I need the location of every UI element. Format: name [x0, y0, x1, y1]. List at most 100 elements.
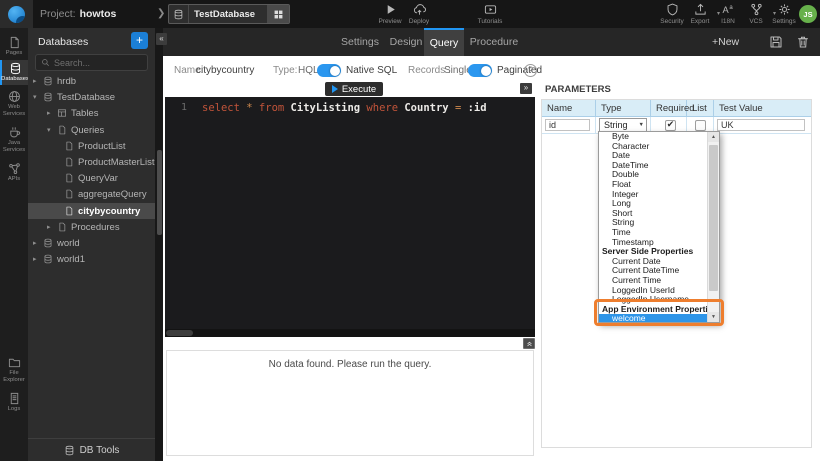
type-option-hql[interactable]: HQL: [298, 65, 319, 76]
branch-icon: [750, 3, 763, 16]
sql-token: *: [246, 102, 252, 114]
tree-node-productlist[interactable]: ProductList: [28, 138, 155, 154]
chevron-right-icon[interactable]: ▸: [33, 77, 42, 85]
dropdown-option[interactable]: LoggedIn UserId: [599, 286, 707, 296]
left-icon-rail: Pages Databases Web Services Java Servic…: [0, 28, 28, 461]
help-icon[interactable]: ?: [524, 64, 537, 77]
parameters-header-row: Name Type Required List Test Value: [542, 100, 811, 117]
execute-button[interactable]: Execute: [325, 82, 383, 96]
rail-item-web-services[interactable]: Web Services: [0, 88, 28, 120]
dropdown-option-welcome-selected[interactable]: welcome: [599, 314, 707, 322]
document-icon: [57, 222, 67, 232]
chevron-right-icon[interactable]: ▸: [47, 109, 56, 117]
scrollbar-thumb[interactable]: [166, 330, 193, 336]
dropdown-option[interactable]: Integer: [599, 190, 707, 200]
editor-horizontal-scrollbar[interactable]: [165, 329, 535, 337]
tree-node-world[interactable]: ▸ world: [28, 235, 155, 251]
records-toggle[interactable]: [468, 64, 492, 77]
gear-icon: [778, 3, 791, 16]
double-chevron-up-icon: [526, 340, 533, 347]
tab-design[interactable]: Design: [387, 28, 425, 56]
collapse-panel-button[interactable]: «: [156, 33, 167, 45]
dropdown-option[interactable]: DateTime: [599, 161, 707, 171]
tab-procedure[interactable]: Procedure: [465, 28, 523, 56]
tree-node-procedures[interactable]: ▸ Procedures: [28, 219, 155, 235]
dropdown-option[interactable]: Current Date: [599, 257, 707, 267]
save-icon[interactable]: [769, 35, 783, 49]
trash-icon[interactable]: [796, 35, 810, 49]
rail-label: File Explorer: [0, 370, 28, 384]
tree-scrollbar-thumb[interactable]: [157, 150, 162, 235]
deploy-button[interactable]: Deploy: [397, 3, 441, 25]
rail-item-databases[interactable]: Databases: [0, 60, 28, 85]
search-input[interactable]: [54, 58, 142, 68]
rail-item-file-explorer[interactable]: File Explorer: [0, 354, 28, 386]
dropdown-option[interactable]: Byte: [599, 132, 707, 142]
add-database-button[interactable]: +: [131, 32, 148, 49]
chevron-down-icon[interactable]: ▾: [33, 93, 42, 101]
tree-node-tables[interactable]: ▸ Tables: [28, 105, 155, 121]
sql-code-editor[interactable]: 1 select * from CityListing where Countr…: [165, 97, 535, 337]
new-query-button[interactable]: +New: [712, 28, 739, 56]
dropdown-option[interactable]: Character: [599, 142, 707, 152]
collapse-editor-button[interactable]: [523, 338, 535, 349]
rail-label: Java Services: [0, 140, 28, 154]
tree-node-world1[interactable]: ▸ world1: [28, 251, 155, 267]
rail-item-apis[interactable]: APIs: [0, 160, 28, 185]
dropdown-scrollbar[interactable]: [707, 132, 719, 322]
dropdown-option[interactable]: String: [599, 218, 707, 228]
chevron-right-icon[interactable]: ▸: [33, 255, 42, 263]
dropdown-option[interactable]: Double: [599, 170, 707, 180]
dropdown-option[interactable]: Timestamp: [599, 238, 707, 248]
tutorials-button[interactable]: Tutorials: [468, 3, 512, 25]
sql-code-line[interactable]: select * from CityListing where Country …: [202, 102, 487, 114]
tab-settings[interactable]: Settings: [337, 28, 383, 56]
dropdown-option[interactable]: Current Time: [599, 276, 707, 286]
dropdown-option[interactable]: Short: [599, 209, 707, 219]
sql-token: Country: [404, 102, 448, 114]
tree-node-citybycountry[interactable]: citybycountry: [28, 203, 155, 219]
database-icon: [169, 5, 189, 23]
dropdown-option[interactable]: Time: [599, 228, 707, 238]
param-test-value-input[interactable]: [717, 119, 805, 131]
scroll-up-arrow-icon[interactable]: [708, 132, 719, 142]
wavemaker-logo[interactable]: [0, 0, 33, 28]
tree-node-aggregatequery[interactable]: aggregateQuery: [28, 186, 155, 202]
tree-node-queries[interactable]: ▾ Queries: [28, 122, 155, 138]
sql-token: from: [259, 102, 284, 114]
dropdown-option[interactable]: LoggedIn Username: [599, 295, 707, 305]
user-avatar[interactable]: JS: [799, 5, 817, 23]
db-tools-button[interactable]: DB Tools: [28, 438, 155, 461]
database-selector[interactable]: TestDatabase: [168, 4, 290, 24]
tree-node-productmasterlist[interactable]: ProductMasterList: [28, 154, 155, 170]
scroll-down-arrow-icon[interactable]: [708, 312, 719, 322]
tab-query[interactable]: Query: [424, 28, 464, 56]
type-toggle[interactable]: [317, 64, 341, 77]
project-name: howtos: [80, 8, 117, 20]
chevron-down-icon[interactable]: ▾: [47, 126, 56, 134]
param-name-input[interactable]: [545, 119, 590, 131]
param-type-select[interactable]: String: [599, 118, 647, 132]
dropdown-option[interactable]: Date: [599, 151, 707, 161]
dropdown-option[interactable]: Current DateTime: [599, 266, 707, 276]
chevron-right-icon[interactable]: ▸: [47, 223, 56, 231]
column-header-test-value: Test Value: [714, 100, 811, 116]
type-dropdown-menu: Byte Character Date DateTime Double Floa…: [598, 131, 720, 323]
database-selector-label: TestDatabase: [189, 5, 267, 23]
dropdown-option[interactable]: Long: [599, 199, 707, 209]
tree-node-testdatabase[interactable]: ▾ TestDatabase: [28, 89, 155, 105]
expand-params-button[interactable]: »: [520, 83, 532, 94]
rail-item-java-services[interactable]: Java Services: [0, 124, 28, 156]
rail-item-logs[interactable]: Logs: [0, 390, 28, 415]
dropdown-option[interactable]: Float: [599, 180, 707, 190]
tree-node-queryvar[interactable]: QueryVar: [28, 170, 155, 186]
type-option-native-sql[interactable]: Native SQL: [346, 65, 397, 76]
required-checkbox[interactable]: ✔: [665, 120, 676, 131]
grid-icon[interactable]: [267, 5, 289, 23]
scrollbar-thumb[interactable]: [709, 145, 718, 291]
rail-item-pages[interactable]: Pages: [0, 34, 28, 59]
list-checkbox[interactable]: [695, 120, 706, 131]
tree-search-box[interactable]: [35, 54, 148, 71]
chevron-right-icon[interactable]: ▸: [33, 239, 42, 247]
tree-node-hrdb[interactable]: ▸ hrdb: [28, 73, 155, 89]
